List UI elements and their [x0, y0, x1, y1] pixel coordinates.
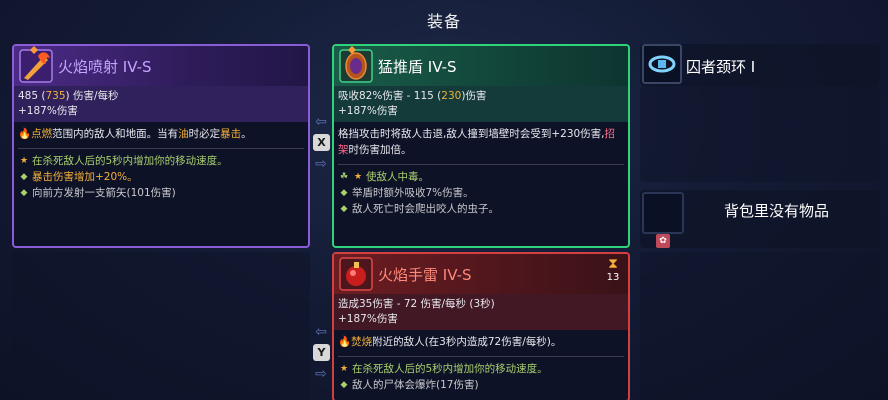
item-card-shield[interactable]: 猛推盾 IV-S 吸收82%伤害 - 115 (230)伤害 +187%伤害 格… — [332, 44, 630, 248]
diamond-icon: ◆ — [340, 204, 348, 214]
fire-breath-icon — [16, 46, 56, 86]
amulet-icon — [648, 55, 676, 73]
star-icon: ★ — [19, 156, 29, 166]
card-header: 火焰手雷 IV-S ⧗ 13 — [334, 254, 628, 294]
item-name: 猛推盾 IV-S — [378, 58, 457, 76]
item-modifiers: ★ 在杀死敌人后的5秒内增加你的移动速度。 ◆ 暴击伤害增加+20%。 ◆ 向前方发射… — [14, 151, 308, 203]
empty-slot-bottom-left — [12, 252, 310, 400]
star-icon: ★ — [353, 172, 363, 182]
star-icon: ★ — [339, 364, 349, 374]
swap-right-arrow-icon: ⇨ — [315, 156, 327, 172]
modifier-row: ◆ 举盾时额外吸收7%伤害。 — [338, 185, 624, 201]
burn-icon: 🔥 — [338, 336, 352, 348]
item-card-grenade[interactable]: 火焰手雷 IV-S ⧗ 13 造成35伤害 - 72 伤害/每秒 (3秒) +1… — [332, 252, 630, 400]
item-name: 火焰喷射 IV-S — [58, 58, 152, 76]
key-x: X — [313, 134, 330, 151]
modifier-row: ★ 在杀死敌人后的5秒内增加你的移动速度。 — [19, 155, 228, 167]
page-title: 装备 — [426, 12, 461, 31]
divider — [18, 148, 304, 149]
modifier-row: ◆ 暴击伤害增加+20%。 — [18, 169, 304, 185]
item-stats: 造成35伤害 - 72 伤害/每秒 (3秒) +187%伤害 — [334, 294, 628, 330]
backpack-empty-text: 背包里没有物品 — [724, 202, 830, 220]
item-modifiers: ☘ ★ 使敌人中毒。 ◆ 举盾时额外吸收7%伤害。 ◆ 敌人死亡时会爬出咬人的虫子。 — [334, 167, 628, 219]
item-card-fire-breath[interactable]: 火焰喷射 IV-S 485 (735) 伤害/每秒 +187%伤害 🔥点燃范围内… — [12, 44, 310, 248]
item-description: 格挡攻击时将敌人击退,敌人撞到墙壁时会受到+230伤害,招架时伤害加倍。 — [338, 128, 616, 156]
swap-left-arrow-icon: ⇦ — [315, 114, 327, 130]
item-description: 🔥点燃范围内的敌人和地面。当有油时必定暴击。 — [18, 128, 252, 140]
hourglass-icon: ⧗ — [608, 256, 618, 272]
diamond-icon: ◆ — [20, 188, 28, 198]
item-stats: 吸收82%伤害 - 115 (230)伤害 +187%伤害 — [334, 86, 628, 122]
amulet-name: 囚者颈环 I — [686, 58, 756, 76]
card-header: 火焰喷射 IV-S — [14, 46, 308, 86]
shield-icon — [336, 46, 376, 86]
cooldown-indicator: ⧗ 13 — [602, 256, 624, 283]
amulet-slot[interactable] — [642, 44, 682, 84]
poison-icon: ☘ — [339, 172, 349, 182]
diamond-icon: ◆ — [340, 188, 348, 198]
modifier-row: ◆ 敌人死亡时会爬出咬人的虫子。 — [338, 201, 624, 217]
item-description: 🔥焚烧附近的敌人(在3秒内造成72伤害/每秒)。 — [338, 336, 562, 348]
modifier-row: ◆ 敌人的尸体会爆炸(17伤害) — [338, 377, 624, 393]
diamond-icon: ◆ — [20, 172, 28, 182]
key-y: Y — [313, 344, 330, 361]
backpack-slot[interactable] — [642, 192, 684, 234]
item-name: 火焰手雷 IV-S — [378, 266, 472, 284]
item-stats: 485 (735) 伤害/每秒 +187%伤害 — [14, 86, 308, 122]
diamond-icon: ◆ — [340, 380, 348, 390]
right-empty-panel — [640, 252, 880, 400]
modifier-row: ★ 在杀死敌人后的5秒内增加你的移动速度。 — [339, 363, 548, 375]
swap-right-arrow-icon: ⇨ — [315, 366, 327, 382]
grenade-icon — [336, 254, 376, 294]
divider — [338, 356, 624, 357]
swap-left-arrow-icon: ⇦ — [315, 324, 327, 340]
burn-icon: 🔥 — [18, 128, 32, 140]
card-header: 猛推盾 IV-S — [334, 46, 628, 86]
amulet-detail-panel — [640, 86, 880, 182]
modifier-row: ☘ ★ 使敌人中毒。 — [339, 171, 429, 183]
backpack-icon: ✿ — [656, 234, 670, 248]
modifier-row: ◆ 向前方发射一支箭矢(101伤害) — [18, 185, 304, 201]
divider — [338, 164, 624, 165]
item-modifiers: ★ 在杀死敌人后的5秒内增加你的移动速度。 ◆ 敌人的尸体会爆炸(17伤害) — [334, 359, 628, 395]
